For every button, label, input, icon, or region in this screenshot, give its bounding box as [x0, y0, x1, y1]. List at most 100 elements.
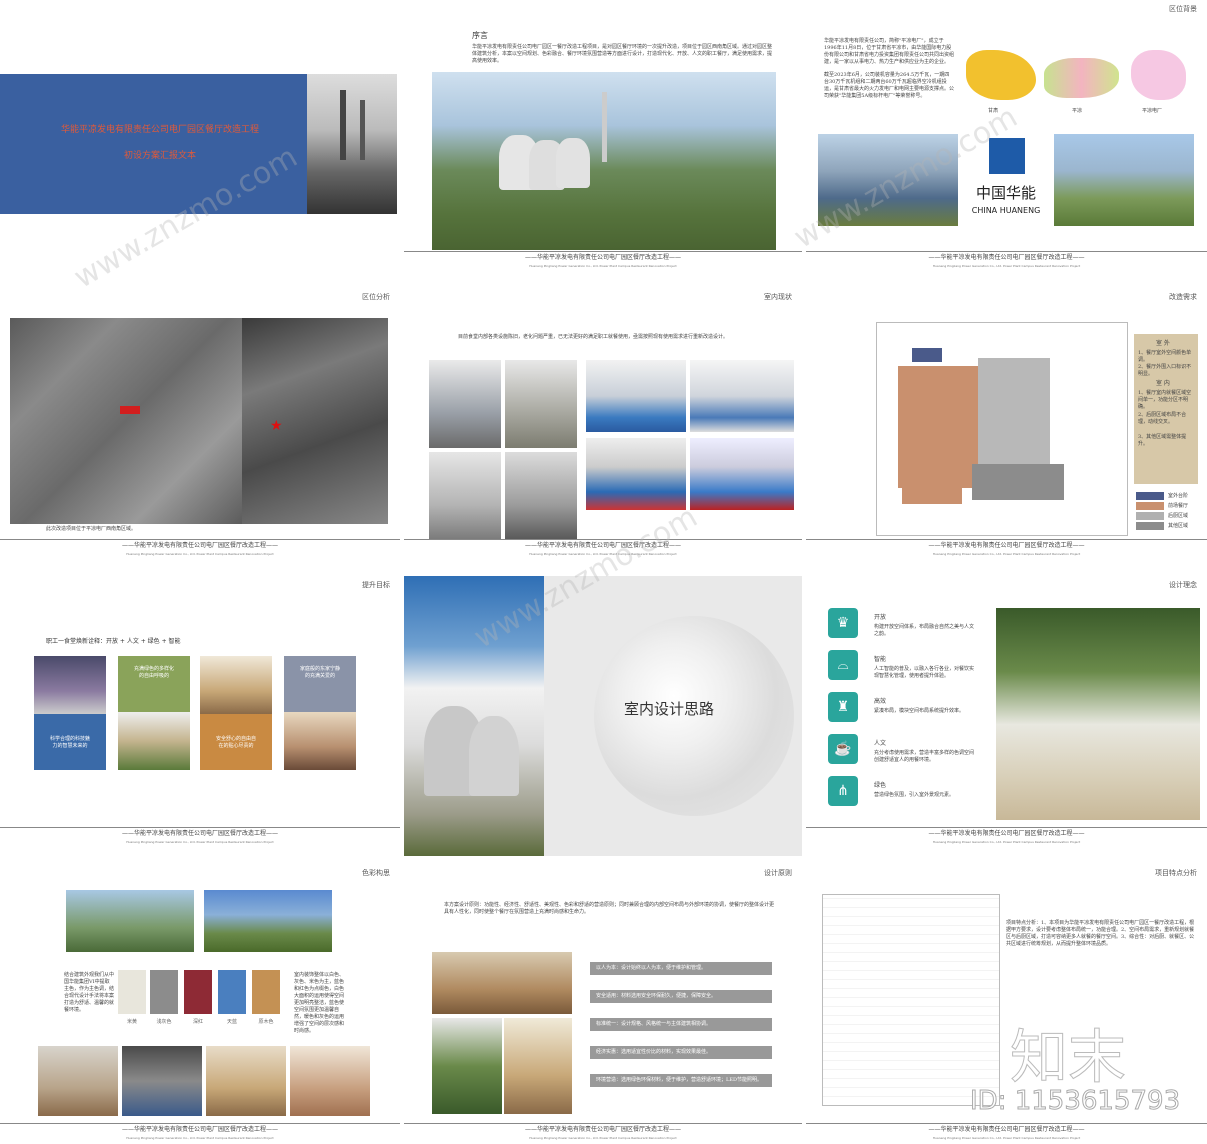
goal-photo-4	[284, 712, 356, 770]
slide-footer: ——华能平凉发电有限责任公司电厂园区餐厅改造工程—— Huaneng Pingli…	[806, 1123, 1207, 1144]
concept-desc-5: 营造绿色氛围，引入室外景观元素。	[874, 792, 955, 798]
chef-hat-icon: ♛	[828, 608, 858, 638]
slide-tag: 区位背景	[1169, 5, 1197, 13]
goal-photo-3	[200, 656, 272, 714]
color-swatch-label: 深红	[192, 1019, 203, 1025]
concept-desc-3: 紧凑布局，模块空间布局系统提升效率。	[874, 708, 965, 714]
color-right-text: 室内装饰整体以白色、灰色、米色为主，蓝色和红色为点缀色，白色大面积的运用使得空间…	[294, 972, 345, 1034]
coffee-cup-icon: ☕	[828, 734, 858, 764]
preface-text: 华能平凉发电有限责任公司电厂园区一餐厅改造工程项目，是对园区餐厅环境的一次提升改…	[472, 44, 773, 64]
goal-photo-1	[34, 656, 106, 714]
footer-subtitle: Huaneng Pingliang Power Generation Co., …	[529, 1136, 677, 1140]
slide-footer: ——华能平凉发电有限责任公司电厂园区餐厅改造工程—— Huaneng Pingli…	[806, 539, 1207, 560]
analysis-text: 项目特点分析：1、本项目为华能平凉发电有限责任公司电厂园区一餐厅改造工程，根据甲…	[1006, 920, 1195, 947]
slide-tag: 提升目标	[362, 581, 390, 589]
footer-title: ——华能平凉发电有限责任公司电厂园区餐厅改造工程——	[928, 254, 1085, 261]
slide-heading: 序言	[472, 31, 488, 40]
slide-tag: 设计理念	[1169, 581, 1197, 589]
color-swatch	[118, 970, 146, 1014]
status-photo-wash	[429, 452, 501, 540]
plant-district-map	[1131, 50, 1186, 100]
slide-interior-status: 室内现状 目前食堂内部各类设施陈旧，老化问题严重，已无法更好的满足职工就餐使用，…	[404, 288, 802, 560]
notes-indoor-1: 1、餐厅室内就餐区域空间单一，功能分区不明确。	[1138, 390, 1192, 410]
color-swatch-label: 天蓝	[226, 1019, 237, 1025]
slide-renovation-needs: 改造需求 室 外 1、餐厅室外空间颜色单调。 2、餐厅外围入口标识不明显。 室 …	[806, 288, 1207, 560]
floor-plan-kitchen	[978, 358, 1050, 468]
notes-indoor-3: 3、其他区域需整体提升。	[1138, 434, 1187, 447]
wine-bottle-icon: ♜	[828, 692, 858, 722]
footer-title: ——华能平凉发电有限责任公司电厂园区餐厅改造工程——	[524, 542, 681, 549]
cover-chimney	[340, 90, 346, 160]
footer-subtitle: Huaneng Pingliang Power Generation Co., …	[126, 552, 274, 556]
slide-improvement-goals: 提升目标 职工一食堂焕新诠释：开放 + 人文 + 绿色 + 智能 科学合理的科技…	[0, 576, 400, 848]
legend-swatch	[1136, 492, 1164, 500]
slide-preface: 序言 华能平凉发电有限责任公司电厂园区一餐厅改造工程项目，是对园区餐厅环境的一次…	[404, 0, 802, 272]
goal-card-2	[118, 656, 190, 712]
goal-card-text-2: 充满绿色的多样化的自由呼吸的	[133, 666, 174, 679]
concept-desc-2: 人工智能的普及，以融入各行各业，对餐饮实现智慧化管理，使用者提升体验。	[874, 666, 975, 679]
concept-title-4: 人文	[874, 740, 887, 747]
floor-plan-dining	[898, 366, 978, 488]
slide-tag: 改造需求	[1169, 293, 1197, 301]
floor-plan-entrance	[912, 348, 942, 362]
footer-title: ——华能平凉发电有限责任公司电厂园区餐厅改造工程——	[524, 1126, 681, 1133]
status-photo-corridor	[505, 360, 577, 448]
slide-design-principles: 设计原则 本方案设计原则：功能性、经济性、舒适性、美观性、色彩和舒适的营造原则；…	[404, 864, 802, 1144]
footer-subtitle: Huaneng Pingliang Power Generation Co., …	[932, 264, 1081, 268]
status-photo-hall-4	[690, 438, 794, 510]
footer-title: ——华能平凉发电有限责任公司电厂园区餐厅改造工程——	[928, 1126, 1085, 1133]
principles-photo-3	[504, 1018, 572, 1114]
notes-outdoor-2: 2、餐厅外围入口标识不明显。	[1138, 364, 1192, 377]
notes-outdoor-1: 1、餐厅室外空间颜色单调。	[1138, 350, 1192, 363]
status-photo-hall-2	[690, 360, 794, 432]
legend-swatch	[1136, 502, 1164, 510]
slide-footer: ——华能平凉发电有限责任公司电厂园区餐厅改造工程—— Huaneng Pingli…	[0, 539, 400, 560]
chimney	[602, 92, 607, 162]
color-interior-photo-1	[38, 1046, 118, 1116]
status-photo-kitchen	[429, 360, 501, 448]
concept-title-3: 高效	[874, 698, 887, 705]
slide-footer: ——华能平凉发电有限责任公司电厂园区餐厅改造工程—— Huaneng Pingli…	[0, 827, 400, 848]
color-interior-photo-4	[290, 1046, 370, 1116]
legend-label: 室外台阶	[1168, 493, 1189, 499]
concept-desc-1: 构建开放空间体系，布局融合自然之美与人文之韵。	[874, 624, 975, 637]
footer-subtitle: Huaneng Pingliang Power Generation Co., …	[126, 840, 274, 844]
watermark-brand: 知末	[1009, 1023, 1127, 1092]
legend-swatch	[1136, 512, 1164, 520]
company-capacity-text: 截至2023年6月，公司装机容量为264.5万千瓦，一期四台30万千瓦机组和二期…	[824, 72, 955, 99]
section-title: 室内设计思路	[623, 700, 714, 718]
pingliang-map	[1044, 58, 1119, 98]
footer-subtitle: Huaneng Pingliang Power Generation Co., …	[932, 840, 1081, 844]
goal-card-text-4: 家庭般的东家宁静的充满关爱的	[299, 666, 340, 679]
plant-photo-a	[66, 890, 194, 952]
principle-bar: 安全适用：材料选用安全环保耐久，便捷，保障安全。	[590, 990, 772, 1003]
site-star-icon: ★	[270, 418, 283, 434]
huaneng-logo-mark	[989, 138, 1025, 174]
slide-footer: ——华能平凉发电有限责任公司电厂园区餐厅改造工程—— Huaneng Pingli…	[0, 1123, 400, 1144]
notes-title-indoor: 室 内	[1156, 380, 1170, 387]
slide-tag: 项目特点分析	[1155, 869, 1197, 877]
legend-label: 后厨区域	[1168, 513, 1189, 519]
cover-power-plant-photo	[307, 74, 397, 214]
huaneng-logo-cn: 中国华能	[975, 184, 1036, 202]
principle-bar: 环境营造：选用绿色环保材料，便于维护，营造舒适环境；LED节能照明。	[590, 1074, 772, 1087]
slide-section-divider: 室内设计思路	[404, 576, 802, 856]
company-intro-text: 华能平凉发电有限责任公司，简称"平凉电厂"，成立于1996年11月8日，位于甘肃…	[824, 38, 955, 65]
plant-photo-b	[204, 890, 332, 952]
slide-footer: ——华能平凉发电有限责任公司电厂园区餐厅改造工程—— Huaneng Pingli…	[806, 251, 1207, 272]
plant-photo-left	[818, 134, 958, 226]
slide-cover: 华能平凉发电有限责任公司电厂园区餐厅改造工程 初设方案汇报文本	[0, 0, 400, 272]
notes-title-outdoor: 室 外	[1156, 340, 1170, 347]
principles-photo-1	[432, 952, 572, 1014]
footer-title: ——华能平凉发电有限责任公司电厂园区餐厅改造工程——	[121, 830, 278, 837]
principles-photo-2	[432, 1018, 502, 1114]
map-caption: 此次改造项目位于平凉电厂西南角区域。	[46, 526, 137, 532]
notes-indoor-2: 2、后厨区域布局不合理，动线交叉。	[1138, 412, 1187, 425]
slide-tag: 色彩构思	[362, 869, 390, 877]
footer-subtitle: Huaneng Pingliang Power Generation Co., …	[126, 1136, 274, 1140]
concept-interior-photo	[996, 608, 1200, 820]
legend-swatch	[1136, 522, 1164, 530]
footer-title: ——华能平凉发电有限责任公司电厂园区餐厅改造工程——	[524, 254, 681, 261]
goal-card-4	[284, 656, 356, 712]
principle-bar: 标准统一：设计规格、风格统一与主体建筑相协调。	[590, 1018, 772, 1031]
